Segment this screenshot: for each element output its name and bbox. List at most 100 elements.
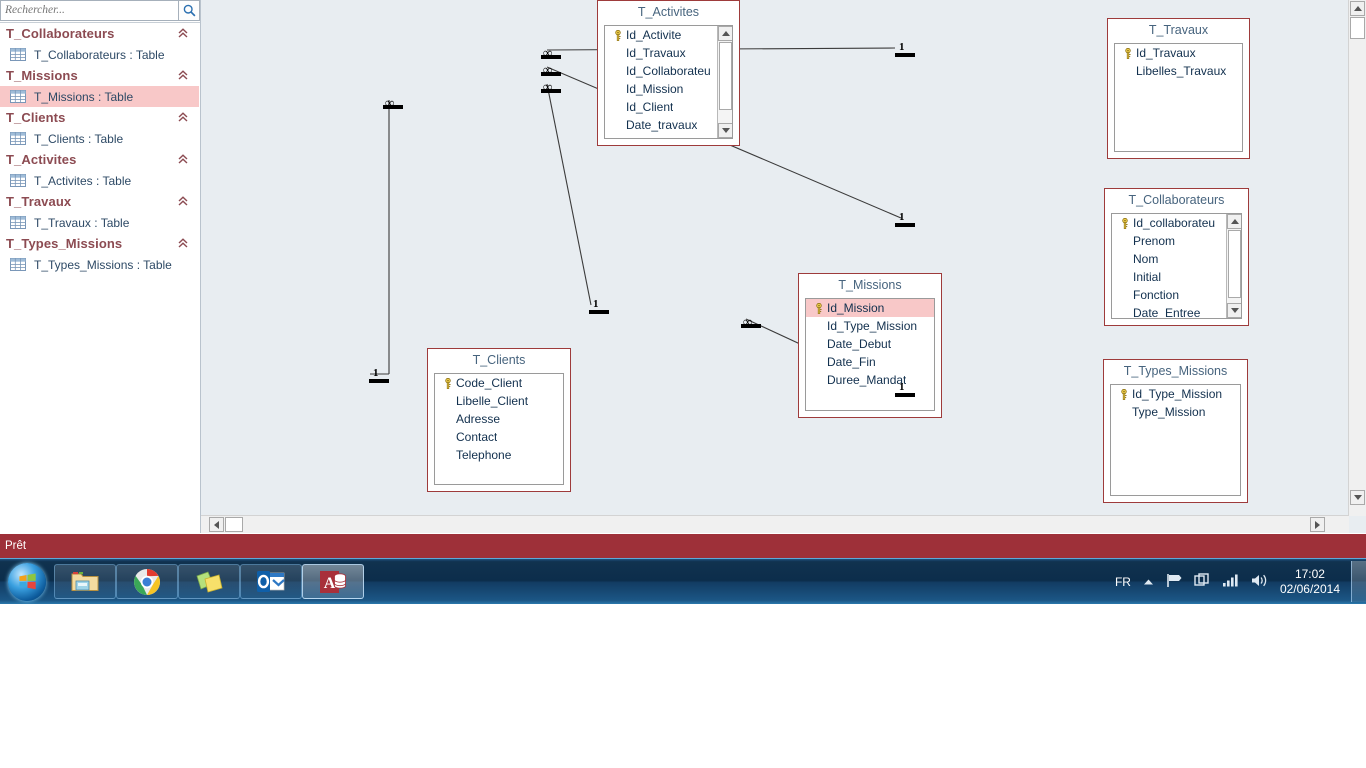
search-button[interactable] [178, 0, 200, 21]
table-box-t_missions[interactable]: T_Missions Id_Mission Id_Type_Mission Da… [798, 273, 942, 418]
table-field-list: Id_collaborateu Prenom Nom Initial Fonct… [1111, 213, 1242, 319]
field-scroll-thumb[interactable] [719, 42, 732, 110]
table-title: T_Travaux [1108, 19, 1249, 41]
field-row[interactable]: Telephone [435, 446, 563, 464]
show-hidden-icons-button[interactable] [1143, 575, 1154, 589]
field-scroll-up-button[interactable] [1227, 214, 1241, 229]
nav-group-header-t_missions[interactable]: T_Missions [0, 65, 199, 86]
field-row[interactable]: Libelle_Client [435, 392, 563, 410]
show-desktop-button[interactable] [1351, 561, 1366, 602]
field-row[interactable]: Fonction [1112, 286, 1241, 304]
table-field-list: Id_Type_Mission Type_Mission [1110, 384, 1241, 496]
taskbar-google-chrome[interactable] [116, 564, 178, 599]
field-row[interactable]: Initial [1112, 268, 1241, 286]
scroll-up-button[interactable] [1350, 1, 1365, 16]
field-name: Nom [1133, 252, 1159, 266]
table-field-list: Code_Client Libelle_Client Adresse Conta… [434, 373, 564, 485]
primary-key-icon [445, 377, 451, 389]
field-row[interactable]: Id_Type_Mission [1111, 385, 1240, 403]
nav-item-t_missions[interactable]: T_Missions : Table [0, 86, 199, 107]
field-row[interactable]: Date_Debut [806, 335, 934, 353]
scroll-down-button[interactable] [1350, 490, 1365, 505]
field-row[interactable]: Id_Type_Mission [806, 317, 934, 335]
field-row[interactable]: Id_Collaborateu [605, 62, 732, 80]
field-row[interactable]: Adresse [435, 410, 563, 428]
field-row[interactable]: Contact [435, 428, 563, 446]
nav-group-header-t_travaux[interactable]: T_Travaux [0, 191, 199, 212]
volume-icon[interactable] [1251, 573, 1268, 591]
arrow-left-icon [214, 520, 219, 529]
field-row[interactable]: Date_travaux [605, 116, 732, 134]
field-row[interactable]: Type_Mission [1111, 403, 1240, 421]
taskbar-access[interactable]: A [302, 564, 364, 599]
field-row[interactable]: Id_Travaux [1115, 44, 1242, 62]
vertical-scroll-thumb[interactable] [1350, 17, 1365, 39]
nav-group-header-t_collaborateurs[interactable]: T_Collaborateurs [0, 23, 199, 44]
cardinality-many-activites-missions: ∞ [543, 79, 552, 94]
nav-group-header-t_clients[interactable]: T_Clients [0, 107, 199, 128]
field-row[interactable]: Id_Mission [605, 80, 732, 98]
system-tray: FR 17:02 02/06/2014 [1109, 559, 1346, 604]
start-button[interactable] [1, 560, 53, 603]
table-box-t_activites[interactable]: T_Activites Id_Activite Id_Travaux Id_Co… [597, 0, 740, 146]
network-sharing-icon[interactable] [1194, 572, 1210, 591]
vertical-scrollbar[interactable] [1348, 0, 1366, 516]
taskbar-file-explorer[interactable] [54, 564, 116, 599]
field-name: Date_Entree [1133, 306, 1201, 319]
nav-item-t_clients[interactable]: T_Clients : Table [0, 128, 199, 149]
tray-language[interactable]: FR [1115, 575, 1131, 589]
windows-logo-icon [8, 562, 46, 601]
field-row[interactable]: Date_Entree [1112, 304, 1241, 319]
chrome-icon [134, 568, 160, 595]
nav-item-t_types_missions[interactable]: T_Types_Missions : Table [0, 254, 199, 275]
clock-time: 17:02 [1294, 566, 1325, 581]
field-row[interactable]: Id_Mission [806, 299, 934, 317]
relationship-line-activites-missions[interactable] [546, 83, 592, 306]
field-row[interactable]: Libelles_Travaux [1115, 62, 1242, 80]
field-scroll-down-button[interactable] [718, 123, 732, 138]
field-list-scrollbar[interactable] [1226, 214, 1241, 318]
field-row[interactable]: Id_Client [605, 98, 732, 116]
table-icon [10, 258, 26, 271]
taskbar-sticky-notes[interactable] [178, 564, 240, 599]
field-row[interactable]: Code_Client [435, 374, 563, 392]
field-row[interactable]: Id_Travaux [605, 44, 732, 62]
field-scroll-down-button[interactable] [1227, 303, 1241, 318]
field-row[interactable]: Prenom [1112, 232, 1241, 250]
field-scroll-up-button[interactable] [718, 26, 732, 41]
action-center-flag-icon[interactable] [1166, 573, 1182, 591]
chevron-double-up-icon [178, 112, 188, 122]
table-box-t_clients[interactable]: T_Clients Code_Client Libelle_Client Adr… [427, 348, 571, 492]
nav-item-t_travaux[interactable]: T_Travaux : Table [0, 212, 199, 233]
table-box-t_travaux[interactable]: T_Travaux Id_Travaux Libelles_Travaux [1107, 18, 1250, 159]
taskbar-outlook[interactable] [240, 564, 302, 599]
field-row[interactable]: Id_collaborateu [1112, 214, 1241, 232]
primary-key-icon [615, 29, 621, 41]
nav-item-t_collaborateurs[interactable]: T_Collaborateurs : Table [0, 44, 199, 65]
scroll-left-button[interactable] [209, 517, 224, 532]
nav-item-t_activites[interactable]: T_Activites : Table [0, 170, 199, 191]
field-row[interactable]: Id_Activite [605, 26, 732, 44]
key-slot [1120, 47, 1136, 59]
horizontal-scroll-thumb[interactable] [225, 517, 243, 532]
nav-group-header-t_activites[interactable]: T_Activites [0, 149, 199, 170]
relationships-canvas[interactable]: T_Activites Id_Activite Id_Travaux Id_Co… [201, 0, 1346, 515]
nav-group-header-t_types_missions[interactable]: T_Types_Missions [0, 233, 199, 254]
network-signal-icon[interactable] [1222, 573, 1239, 590]
table-box-t_collaborateurs[interactable]: T_Collaborateurs Id_collaborateu Prenom … [1104, 188, 1249, 326]
field-row[interactable]: Nom [1112, 250, 1241, 268]
field-row[interactable]: Duree_Mandat [806, 371, 934, 389]
horizontal-scrollbar[interactable] [201, 515, 1349, 533]
nav-group-label: T_Clients [6, 110, 66, 125]
search-input[interactable] [0, 0, 178, 21]
cardinality-many-activites-travaux: ∞ [543, 45, 552, 60]
table-box-t_types_missions[interactable]: T_Types_Missions Id_Type_Mission Type_Mi… [1103, 359, 1248, 503]
field-list-scrollbar[interactable] [717, 26, 732, 138]
nav-group-label: T_Collaborateurs [6, 26, 115, 41]
chevron-double-up-icon [178, 154, 188, 164]
clock[interactable]: 17:02 02/06/2014 [1280, 567, 1340, 597]
field-scroll-thumb[interactable] [1228, 230, 1241, 298]
access-icon: A [320, 570, 346, 593]
scroll-right-button[interactable] [1310, 517, 1325, 532]
field-row[interactable]: Date_Fin [806, 353, 934, 371]
